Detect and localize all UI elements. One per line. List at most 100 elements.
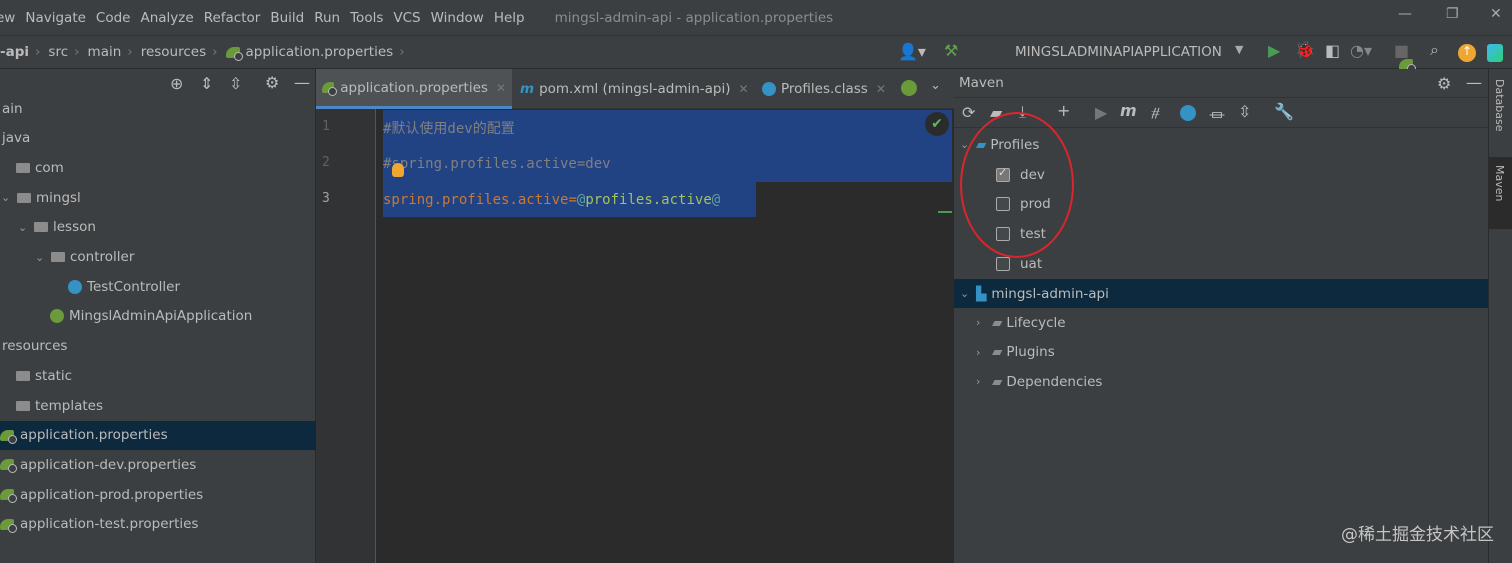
maven-header: Maven ⚙ — [954, 69, 1488, 98]
profile-icon[interactable]: ◔▾ [1350, 41, 1372, 60]
menu-window[interactable]: Window [431, 10, 484, 26]
red-annotation-circle [960, 112, 1074, 258]
tree-item[interactable]: application-test.properties [0, 510, 316, 539]
search-icon[interactable]: ⌕ [1430, 40, 1439, 60]
show-dependencies-icon[interactable]: ⏛ [1209, 102, 1225, 126]
tree-item-label: TestController [87, 278, 180, 295]
run-configuration-select[interactable]: MINGSLADMINAPIAPPLICATION [1015, 44, 1222, 60]
close-tab-icon[interactable]: ✕ [739, 82, 749, 96]
tab-application-properties[interactable]: application.properties ✕ [316, 69, 512, 109]
plugin-logo-icon[interactable] [1487, 44, 1503, 62]
inspection-ok-icon[interactable]: ✔ [925, 112, 949, 136]
menu-tools[interactable]: Tools [350, 10, 383, 26]
profile-label: uat [1020, 255, 1043, 272]
menu-code[interactable]: Code [96, 10, 131, 26]
database-tool-tab[interactable]: Database [1493, 79, 1506, 132]
maven-node-plugins[interactable]: › ▰ Plugins [954, 338, 1488, 367]
maven-project-node[interactable]: ⌄ ▙ mingsl-admin-api [954, 279, 1488, 308]
lightbulb-icon[interactable] [392, 163, 404, 177]
toggle-offline-icon[interactable]: ⧣ [1151, 102, 1160, 122]
tab-list-chevron-icon[interactable]: ⌄ [930, 78, 941, 93]
maven-tool-tab[interactable]: Maven [1493, 165, 1506, 201]
menu-view[interactable]: ew [0, 10, 15, 26]
run-goal-icon[interactable]: ▶ [1095, 103, 1107, 122]
locate-icon[interactable]: ⊕ [170, 74, 183, 93]
wrench-icon[interactable]: 🔧 [1274, 102, 1294, 121]
maven-icon: m [520, 81, 535, 97]
tree-item[interactable]: MingslAdminApiApplication [0, 302, 316, 331]
chevron-down-icon[interactable]: ⌄ [960, 287, 976, 300]
breadcrumb-main[interactable]: main [88, 44, 122, 60]
menu-refactor[interactable]: Refactor [204, 10, 261, 26]
tree-item[interactable]: ⌄ lesson [0, 213, 316, 242]
close-tab-icon[interactable]: ✕ [496, 81, 506, 95]
gear-icon[interactable]: ⚙ [265, 73, 279, 92]
code-line-1[interactable]: #默认使用dev的配置 [383, 110, 515, 146]
chevron-icon[interactable]: ⌄ [1, 191, 17, 204]
menu-help[interactable]: Help [494, 10, 525, 26]
profile-checkbox[interactable] [996, 256, 1010, 271]
menu-build[interactable]: Build [270, 10, 304, 26]
reload-icon[interactable]: ⟳ [962, 103, 975, 122]
menu-run[interactable]: Run [314, 10, 340, 26]
spring-icon [322, 82, 338, 96]
tree-item[interactable]: resources [0, 332, 316, 361]
maven-node-lifecycle[interactable]: › ▰ Lifecycle [954, 308, 1488, 337]
close-tab-icon[interactable]: ✕ [876, 82, 886, 96]
spring-properties-icon [0, 429, 17, 444]
spring-annotation-tab-icon[interactable] [901, 80, 917, 96]
gear-icon[interactable]: ⚙ [1437, 74, 1451, 93]
build-hammer-icon[interactable]: ⚒ [944, 41, 958, 60]
breadcrumb-src[interactable]: src [48, 44, 68, 60]
skip-tests-icon[interactable] [1180, 105, 1196, 121]
menu-navigate[interactable]: Navigate [25, 10, 86, 26]
tree-item[interactable]: templates [0, 391, 316, 420]
tree-item[interactable]: application.properties [0, 420, 316, 450]
chevron-icon[interactable]: ⌄ [18, 221, 34, 234]
code-line-2[interactable]: #spring.profiles.active=dev [383, 146, 611, 182]
tree-item-label: ain [2, 100, 23, 117]
tree-item[interactable]: ⌄ controller [0, 243, 316, 272]
chevron-down-icon[interactable]: ▼ [1235, 43, 1243, 56]
tree-item[interactable]: static [0, 361, 316, 390]
tree-item[interactable]: application-prod.properties [0, 480, 316, 509]
add-icon[interactable]: + [1057, 101, 1070, 120]
tree-item[interactable]: ain [0, 94, 316, 123]
chevron-right-icon[interactable]: › [976, 316, 992, 329]
close-icon[interactable]: ✕ [1490, 6, 1502, 22]
breadcrumb-resources[interactable]: resources [141, 44, 206, 60]
chevron-right-icon[interactable]: › [976, 346, 992, 359]
chevron-right-icon[interactable]: › [976, 375, 992, 388]
tree-item[interactable]: TestController [0, 272, 316, 301]
menu-analyze[interactable]: Analyze [140, 10, 193, 26]
coverage-icon[interactable]: ◧ [1325, 41, 1340, 60]
restore-icon[interactable]: ❐ [1446, 6, 1459, 22]
chevron-icon[interactable]: ⌄ [35, 251, 51, 264]
update-icon[interactable]: ↑ [1458, 44, 1476, 62]
expand-all-icon[interactable]: ⇕ [200, 74, 213, 93]
hide-icon[interactable]: — [294, 73, 310, 92]
minimize-icon[interactable]: — [1398, 6, 1412, 22]
tree-item[interactable]: ⌄ mingsl [0, 183, 316, 212]
user-icon[interactable]: 👤▾ [898, 42, 926, 61]
code-line-3[interactable]: spring.profiles.active = @ profiles.active @ [383, 182, 720, 218]
debug-icon[interactable]: 🐞 [1295, 40, 1315, 59]
maven-node-dependencies[interactable]: › ▰ Dependencies [954, 367, 1488, 396]
collapse-all-icon[interactable]: ⇳ [1238, 102, 1251, 121]
stop-icon[interactable]: ■ [1394, 41, 1409, 60]
tree-item-label: MingslAdminApiApplication [69, 308, 253, 325]
tab-profiles-class[interactable]: Profiles.class ✕ [756, 69, 892, 109]
breadcrumb-project[interactable]: -api [0, 44, 29, 60]
collapse-all-icon[interactable]: ⇳ [229, 74, 242, 93]
hide-icon[interactable]: — [1466, 73, 1482, 92]
menu-vcs[interactable]: VCS [393, 10, 420, 26]
tree-item[interactable]: com [0, 153, 316, 182]
run-icon[interactable]: ▶ [1268, 41, 1280, 60]
breadcrumb-file[interactable]: application.properties [246, 44, 394, 60]
execute-goal-icon[interactable]: m [1120, 101, 1137, 120]
tree-item-label: java [2, 130, 31, 147]
tree-item[interactable]: application-dev.properties [0, 450, 316, 479]
tree-item[interactable]: java [0, 124, 316, 153]
tab-label: Profiles.class [781, 81, 868, 97]
tab-pom-xml[interactable]: m pom.xml (mingsl-admin-api) ✕ [514, 69, 755, 109]
